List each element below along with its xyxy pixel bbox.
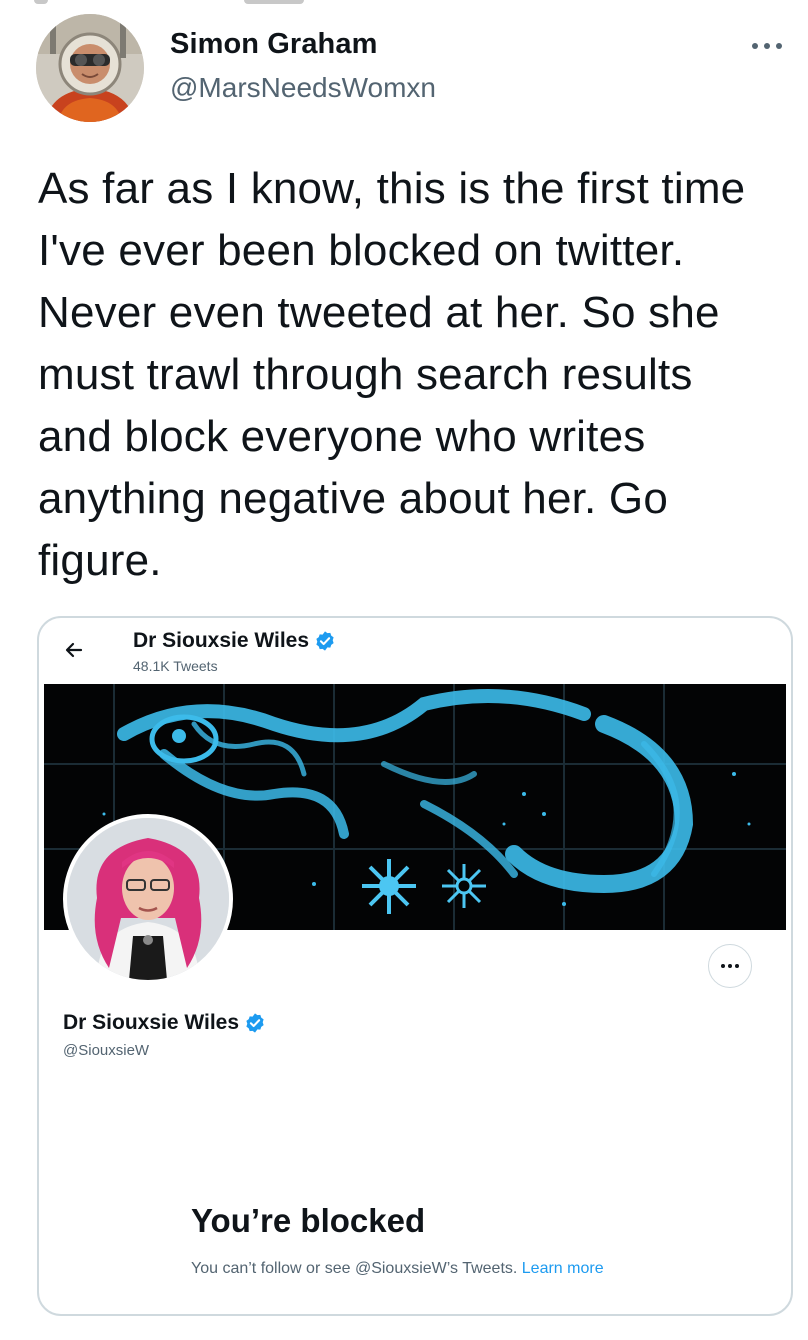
- tweet-count: 48.1K Tweets: [133, 658, 218, 674]
- dot: [735, 964, 739, 968]
- dot: [764, 43, 770, 49]
- more-options-button[interactable]: [708, 944, 752, 988]
- author-avatar[interactable]: [36, 14, 144, 122]
- profile-header-title: Dr Siouxsie Wiles: [133, 629, 336, 653]
- profile-avatar[interactable]: [63, 814, 233, 984]
- blocked-description: You can’t follow or see @SiouxsieW’s Twe…: [191, 1256, 661, 1281]
- tweet-text: As far as I know, this is the first time…: [38, 164, 746, 585]
- profile-photo: [67, 818, 229, 980]
- author-display-name[interactable]: Simon Graham: [170, 28, 377, 61]
- avatar-image: [36, 14, 144, 122]
- embedded-profile-screenshot[interactable]: Dr Siouxsie Wiles 48.1K Tweets Dr Siouxs…: [37, 616, 793, 1316]
- more-options-icon[interactable]: [752, 36, 792, 56]
- learn-more-link[interactable]: Learn more: [522, 1260, 604, 1277]
- author-handle[interactable]: @MarsNeedsWomxn: [170, 72, 436, 104]
- profile-header-name: Dr Siouxsie Wiles: [133, 629, 310, 652]
- profile-handle: @SiouxsieW: [63, 1042, 150, 1059]
- arrow-left-icon[interactable]: [61, 636, 89, 664]
- profile-name-row: Dr Siouxsie Wiles: [63, 1011, 266, 1035]
- blocked-text: You can’t follow or see @SiouxsieW’s Twe…: [191, 1260, 518, 1277]
- dot: [721, 964, 725, 968]
- verified-badge-icon: [246, 1013, 264, 1033]
- previous-content-cutoff: [0, 0, 808, 8]
- dot: [776, 43, 782, 49]
- profile-name: Dr Siouxsie Wiles: [63, 1011, 240, 1034]
- blocked-title: You’re blocked: [191, 1202, 426, 1239]
- dot: [752, 43, 758, 49]
- verified-badge-icon: [316, 631, 334, 651]
- dot: [728, 964, 732, 968]
